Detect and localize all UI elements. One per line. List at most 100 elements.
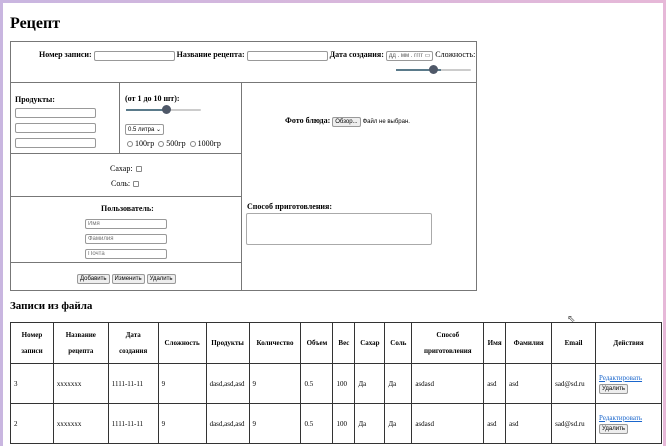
table-cell: 100 bbox=[332, 363, 356, 404]
column-header: Способ приготовления bbox=[411, 322, 485, 364]
product-input-3[interactable] bbox=[15, 138, 96, 148]
edit-record-link[interactable]: Редактировать bbox=[599, 374, 658, 382]
recipe-name-label: Название рецепта: bbox=[176, 50, 245, 59]
photo-label: Фото блюда: bbox=[285, 116, 331, 125]
column-header: Сахар bbox=[354, 322, 386, 364]
weight-radio-100[interactable]: 100гр bbox=[127, 139, 154, 148]
photo-field: Фото блюда: Обзор... Файл не выбран. bbox=[285, 116, 410, 127]
table-cell: asd bbox=[505, 403, 553, 444]
form-buttons: Добавить Изменить Удалить bbox=[77, 273, 176, 284]
table-cell: asd bbox=[505, 363, 553, 404]
delete-button[interactable]: Удалить bbox=[146, 274, 176, 284]
column-header: Продукты bbox=[205, 322, 250, 364]
table-cell: dasd,asd,asd bbox=[205, 363, 250, 404]
weight-radio-500[interactable]: 500гр bbox=[158, 139, 186, 148]
table-cell: asd bbox=[483, 403, 507, 444]
delete-record-button[interactable]: Удалить bbox=[599, 383, 628, 394]
record-number-input[interactable] bbox=[93, 51, 175, 61]
table-cell: 3 bbox=[10, 363, 54, 404]
add-button[interactable]: Добавить bbox=[77, 274, 110, 284]
weight-label: 100гр bbox=[135, 139, 155, 148]
records-title: Записи из файла bbox=[10, 300, 93, 312]
last-name-input[interactable] bbox=[85, 234, 167, 244]
column-header: Действия bbox=[595, 322, 662, 364]
user-label: Пользователь: bbox=[101, 204, 154, 213]
table-cell: 1111-11-11 bbox=[107, 403, 159, 444]
table-cell: asd bbox=[483, 363, 507, 404]
table-cell: 0.5 bbox=[300, 363, 334, 404]
table-cell: 100 bbox=[332, 403, 356, 444]
product-input-1[interactable] bbox=[15, 108, 96, 118]
actions-cell: Редактировать Удалить bbox=[595, 363, 662, 404]
weight-label: 1000гр bbox=[197, 139, 221, 148]
table-cell: 9 bbox=[157, 403, 207, 444]
edit-record-link[interactable]: Редактировать bbox=[599, 414, 658, 422]
column-header: Объем bbox=[300, 322, 334, 364]
table-cell: 1111-11-11 bbox=[107, 363, 159, 404]
date-label: Дата создания: bbox=[329, 50, 384, 59]
method-textarea[interactable] bbox=[246, 213, 432, 245]
quantity-label: (от 1 до 10 шт): bbox=[125, 94, 180, 103]
column-header: Фамилия bbox=[505, 322, 553, 364]
weight-radios: 100гр 500гр 1000гр bbox=[127, 139, 221, 148]
table-cell: 9 bbox=[248, 403, 302, 444]
salt-field: Соль: bbox=[111, 179, 140, 188]
table-cell: Да bbox=[384, 403, 413, 444]
column-header: Вес bbox=[332, 322, 356, 364]
records-table: Номер записи Название рецепта Дата создани… bbox=[10, 322, 662, 444]
first-name-input[interactable] bbox=[85, 219, 167, 229]
table-cell: 2 bbox=[10, 403, 54, 444]
delete-record-button[interactable]: Удалить bbox=[599, 423, 628, 434]
products-label: Продукты: bbox=[15, 95, 55, 104]
date-input[interactable]: дд . мм . гггг ▭ bbox=[385, 51, 434, 61]
product-input-2[interactable] bbox=[15, 123, 96, 133]
sugar-checkbox[interactable] bbox=[135, 166, 142, 173]
column-header: Название рецепта bbox=[52, 322, 109, 364]
recipe-name-input[interactable] bbox=[246, 51, 328, 61]
table-cell: Да bbox=[354, 363, 386, 404]
weight-radio-1000[interactable]: 1000гр bbox=[189, 139, 221, 148]
table-row: 2 xxxxxxx 1111-11-11 9 dasd,asd,asd 9 0.5 100 Да… bbox=[10, 403, 662, 444]
sugar-field: Сахар: bbox=[110, 164, 142, 173]
table-cell: Да bbox=[354, 403, 386, 444]
sugar-label: Сахар: bbox=[110, 164, 133, 173]
table-cell: asdasd bbox=[411, 363, 485, 404]
table-cell: sad@sd.ru bbox=[551, 403, 597, 444]
salt-label: Соль: bbox=[111, 179, 131, 188]
page-title: Рецепт bbox=[10, 15, 61, 32]
column-header: Email bbox=[551, 322, 597, 364]
table-cell: 0.5 bbox=[300, 403, 334, 444]
no-file-text: Файл не выбран. bbox=[362, 119, 410, 125]
column-header: Дата создания bbox=[107, 322, 159, 364]
date-placeholder: дд . мм . гггг bbox=[388, 53, 423, 59]
column-header: Соль bbox=[384, 322, 413, 364]
calendar-icon[interactable]: ▭ bbox=[425, 53, 431, 59]
table-cell: asdasd bbox=[411, 403, 485, 444]
method-label: Способ приготовления: bbox=[247, 202, 333, 211]
top-row: Номер записи: Название рецепта: Дата соз… bbox=[39, 50, 475, 61]
weight-label: 500гр bbox=[166, 139, 186, 148]
condiments-cell bbox=[10, 153, 242, 197]
column-header: Номер записи bbox=[10, 322, 54, 364]
volume-select-value: 0.5 литра bbox=[128, 127, 155, 133]
table-cell: xxxxxxx bbox=[52, 403, 109, 444]
email-input[interactable] bbox=[85, 249, 167, 259]
difficulty-label: Сложность: bbox=[435, 50, 476, 59]
quantity-slider[interactable] bbox=[126, 105, 201, 115]
salt-checkbox[interactable] bbox=[133, 181, 140, 188]
table-cell: Да bbox=[384, 363, 413, 404]
table-cell: sad@sd.ru bbox=[551, 363, 597, 404]
record-number-label: Номер записи: bbox=[39, 50, 92, 59]
edit-button[interactable]: Изменить bbox=[111, 274, 145, 284]
table-cell: 9 bbox=[248, 363, 302, 404]
photo-method-cell bbox=[241, 82, 477, 291]
browse-button[interactable]: Обзор... bbox=[332, 117, 361, 127]
column-header: Количество bbox=[248, 322, 302, 364]
column-header: Сложность bbox=[157, 322, 207, 364]
table-cell: xxxxxxx bbox=[52, 363, 109, 404]
volume-select[interactable]: 0.5 литра ⌄ bbox=[125, 124, 164, 135]
table-cell: dasd,asd,asd bbox=[205, 403, 250, 444]
difficulty-slider[interactable] bbox=[396, 65, 471, 75]
table-cell: 9 bbox=[157, 363, 207, 404]
page: Рецепт Номер записи: Название рецепта: Д… bbox=[3, 3, 663, 446]
